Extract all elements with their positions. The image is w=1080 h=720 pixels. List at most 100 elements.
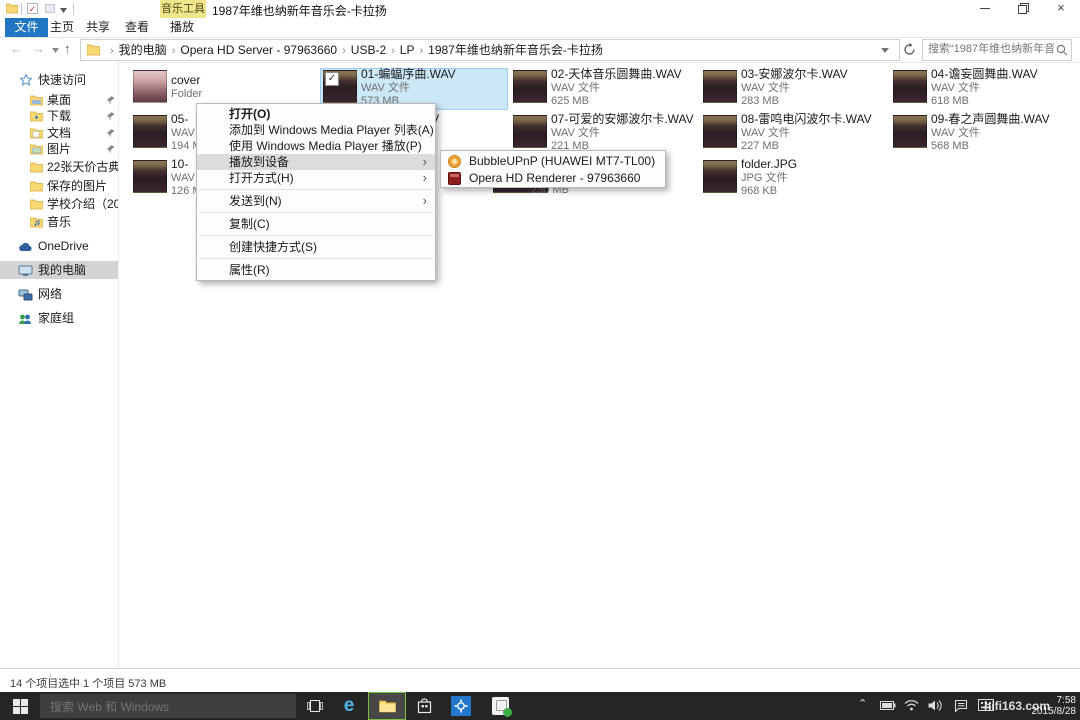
menu-item-play-with-wmp[interactable]: 使用 Windows Media Player 播放(P) bbox=[197, 138, 435, 154]
submenu-item-label: Opera HD Renderer - 97963660 bbox=[469, 171, 640, 185]
forward-button[interactable]: → bbox=[32, 41, 45, 56]
sidebar-item-homegroup[interactable]: 家庭组 bbox=[0, 309, 118, 327]
breadcrumb-computer[interactable]: 我的电脑 bbox=[119, 40, 167, 60]
qat-properties-icon[interactable]: ✓ bbox=[27, 3, 38, 14]
sidebar-item-school-intro[interactable]: 学校介绍（2015） bbox=[0, 195, 118, 213]
album-art-thumbnail bbox=[703, 70, 737, 103]
tray-chevron-up-icon[interactable]: ⌃ bbox=[858, 697, 867, 710]
file-type: JPG 文件 bbox=[741, 172, 787, 185]
submenu-item-opera-hd-renderer[interactable]: Opera HD Renderer - 97963660 bbox=[441, 170, 665, 187]
title-bar: ✓ 音乐工具 1987年维也纳新年音乐会-卡拉扬 × bbox=[0, 0, 1080, 18]
menu-item-add-to-wmp-list[interactable]: 添加到 Windows Media Player 列表(A) bbox=[197, 122, 435, 138]
settings-button[interactable] bbox=[442, 692, 480, 720]
taskbar-search-box[interactable] bbox=[40, 694, 296, 718]
file-type: WAV 文件 bbox=[551, 82, 600, 95]
action-center-icon[interactable] bbox=[954, 699, 968, 712]
tab-share[interactable]: 共享 bbox=[80, 18, 116, 37]
qat-newfolder-icon[interactable] bbox=[45, 4, 55, 13]
tab-home[interactable]: 主页 bbox=[44, 18, 80, 37]
windows-logo-icon bbox=[13, 699, 28, 714]
menu-item-open[interactable]: 打开(O) bbox=[197, 106, 435, 122]
menu-item-cast-to-device[interactable]: 播放到设备› bbox=[197, 154, 435, 170]
album-art-thumbnail bbox=[893, 70, 927, 103]
sidebar-item-folder-22zhang[interactable]: 22张天价古典真正 bbox=[0, 158, 118, 176]
menu-item-properties[interactable]: 属性(R) bbox=[197, 262, 435, 278]
submenu-arrow-icon: › bbox=[423, 170, 427, 186]
breadcrumb-server[interactable]: Opera HD Server - 97963660 bbox=[180, 40, 337, 60]
file-name: 05- bbox=[171, 113, 188, 126]
menu-item-label: 属性(R) bbox=[229, 263, 270, 277]
sidebar-item-music[interactable]: 音乐 bbox=[0, 213, 118, 231]
pinned-app-button[interactable] bbox=[482, 692, 518, 720]
status-divider bbox=[50, 673, 51, 688]
breadcrumb-usb2[interactable]: USB-2 bbox=[351, 40, 386, 60]
recent-locations-dropdown-icon[interactable] bbox=[52, 48, 59, 53]
breadcrumb-lp[interactable]: LP bbox=[400, 40, 415, 60]
menu-item-send-to[interactable]: 发送到(N) › bbox=[197, 193, 435, 209]
tab-file[interactable]: 文件 bbox=[5, 18, 48, 37]
volume-icon[interactable] bbox=[928, 699, 942, 712]
wifi-icon[interactable] bbox=[904, 699, 919, 711]
sidebar-item-saved-pictures[interactable]: 保存的图片 bbox=[0, 177, 118, 195]
menu-item-open-with[interactable]: 打开方式(H)› bbox=[197, 170, 435, 186]
menu-item-copy[interactable]: 复制(C) bbox=[197, 216, 435, 232]
sidebar-item-onedrive[interactable]: OneDrive bbox=[0, 237, 118, 255]
tab-view[interactable]: 查看 bbox=[118, 18, 156, 37]
folder-icon bbox=[30, 199, 43, 210]
file-size: 625 MB bbox=[551, 95, 589, 108]
network-icon bbox=[18, 289, 33, 301]
sidebar-item-quick-access[interactable]: 快速访问 bbox=[0, 71, 118, 89]
store-button[interactable] bbox=[406, 692, 442, 720]
sidebar-item-pictures[interactable]: 图片 bbox=[0, 140, 118, 158]
selected-checkbox[interactable]: ✓ bbox=[325, 72, 339, 86]
search-icon[interactable] bbox=[1056, 44, 1068, 56]
menu-item-create-shortcut[interactable]: 创建快捷方式(S) bbox=[197, 239, 435, 255]
window-title: 1987年维也纳新年音乐会-卡拉扬 bbox=[212, 2, 387, 19]
file-type: WAV 文件 bbox=[361, 82, 410, 95]
minimize-button[interactable] bbox=[966, 0, 1004, 18]
context-menu: 打开(O) 添加到 Windows Media Player 列表(A) 使用 … bbox=[196, 103, 436, 281]
breadcrumb: ›我的电脑›Opera HD Server - 97963660›USB-2›L… bbox=[105, 40, 603, 61]
submenu-arrow-icon: › bbox=[423, 193, 427, 209]
file-size: 283 MB bbox=[741, 95, 779, 108]
start-button[interactable] bbox=[0, 692, 40, 720]
sidebar-item-downloads[interactable]: 下载 bbox=[0, 107, 118, 125]
watermark-text: hifi163.com bbox=[984, 699, 1050, 713]
breadcrumb-current-folder[interactable]: 1987年维也纳新年音乐会-卡拉扬 bbox=[428, 40, 603, 60]
address-dropdown-icon[interactable] bbox=[881, 48, 889, 53]
menu-item-label: 发送到(N) bbox=[229, 194, 282, 208]
refresh-button[interactable] bbox=[903, 43, 916, 56]
sidebar-item-network[interactable]: 网络 bbox=[0, 285, 118, 303]
file-type: WAV 文件 bbox=[741, 127, 790, 140]
qat-customize-dropdown-icon[interactable] bbox=[60, 8, 67, 13]
task-view-button[interactable] bbox=[298, 692, 332, 720]
back-button[interactable]: ← bbox=[10, 41, 23, 56]
contextual-tab-music-tools[interactable]: 音乐工具 bbox=[160, 0, 206, 18]
battery-icon[interactable] bbox=[880, 699, 896, 711]
album-art-thumbnail bbox=[893, 115, 927, 148]
search-box[interactable] bbox=[922, 39, 1072, 61]
search-input[interactable] bbox=[923, 40, 1054, 58]
address-folder-icon bbox=[87, 44, 100, 56]
pictures-folder-icon bbox=[30, 144, 43, 155]
breadcrumb-chevron-icon: › bbox=[337, 41, 351, 61]
tab-play[interactable]: 播放 bbox=[160, 18, 204, 37]
submenu-item-bubbleupnp[interactable]: BubbleUPnP (HUAWEI MT7-TL00) bbox=[441, 153, 665, 170]
sidebar-label: 家庭组 bbox=[38, 309, 74, 327]
qat-separator bbox=[21, 3, 22, 15]
album-art-thumbnail bbox=[513, 115, 547, 148]
taskbar-search-input[interactable] bbox=[40, 694, 298, 720]
file-explorer-button-active[interactable] bbox=[368, 692, 406, 720]
restore-button[interactable] bbox=[1004, 0, 1042, 18]
opera-renderer-icon bbox=[448, 172, 461, 185]
breadcrumb-chevron-icon: › bbox=[386, 41, 400, 61]
sidebar-item-this-pc[interactable]: 我的电脑 bbox=[0, 261, 118, 279]
edge-browser-icon[interactable]: e bbox=[332, 692, 366, 720]
desktop-folder-icon bbox=[30, 95, 43, 106]
menu-separator bbox=[199, 235, 433, 236]
submenu-item-label: BubbleUPnP (HUAWEI MT7-TL00) bbox=[469, 154, 655, 168]
address-bar[interactable]: ›我的电脑›Opera HD Server - 97963660›USB-2›L… bbox=[80, 39, 900, 61]
up-button[interactable]: ↑ bbox=[64, 41, 71, 56]
close-button[interactable]: × bbox=[1042, 0, 1080, 18]
computer-icon bbox=[18, 265, 33, 277]
